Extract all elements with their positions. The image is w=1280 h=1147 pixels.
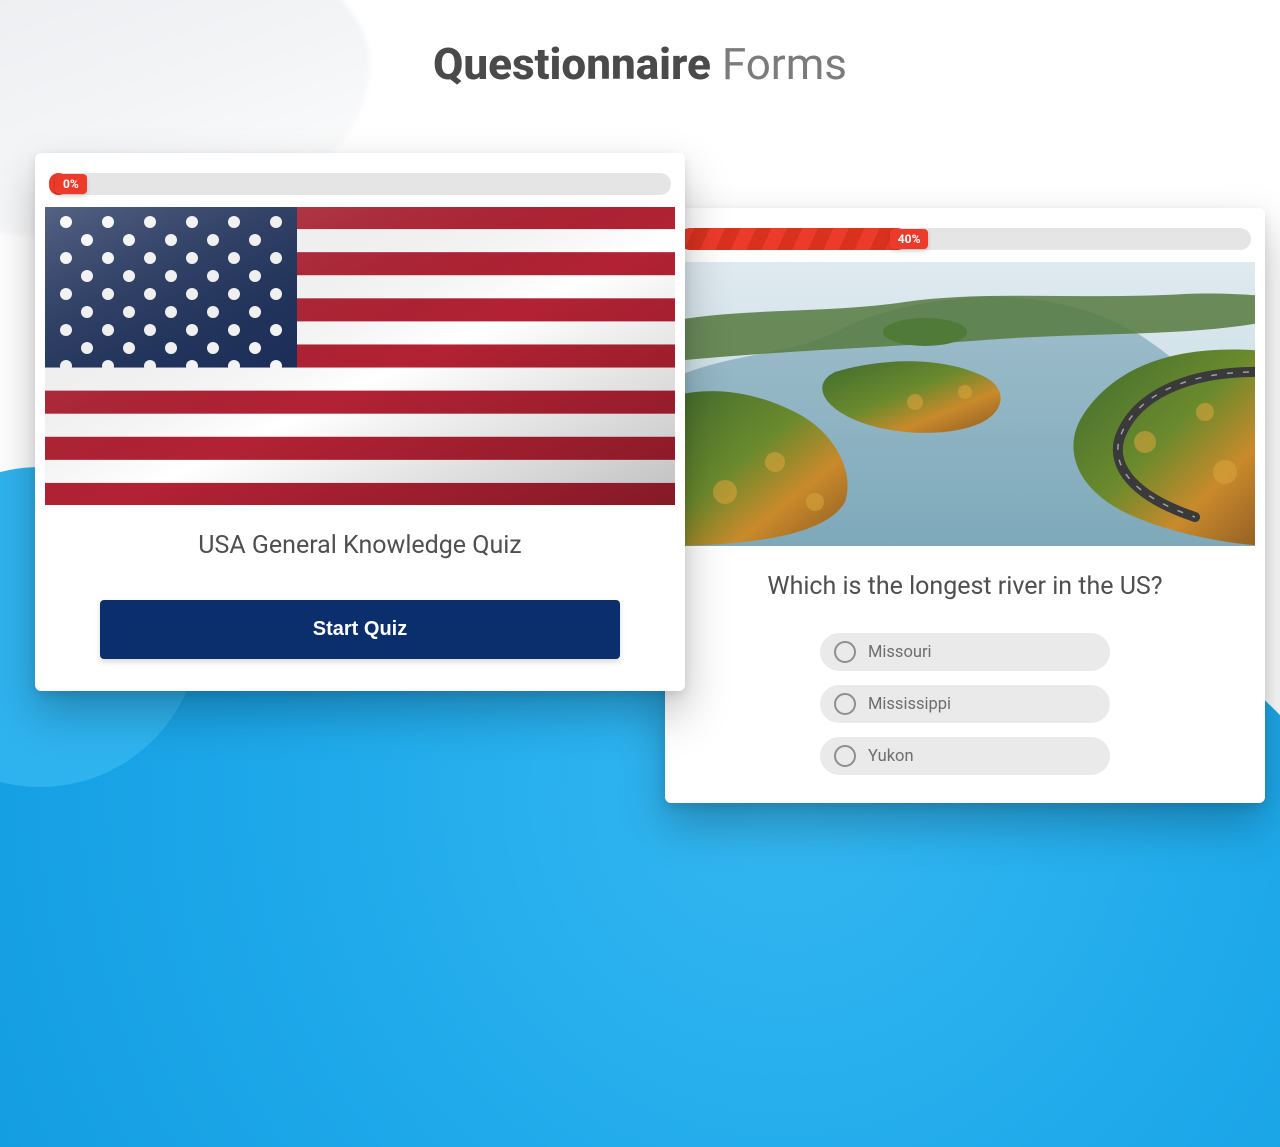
progress-fill [679, 228, 908, 250]
answer-option[interactable]: Mississippi [820, 685, 1110, 723]
answer-option-label: Mississippi [868, 695, 951, 714]
question-hero-image-river [675, 262, 1255, 546]
progress-bar: 40% [679, 228, 1251, 250]
radio-icon [834, 693, 856, 715]
answer-option[interactable]: Missouri [820, 633, 1110, 671]
start-quiz-button[interactable]: Start Quiz [100, 600, 620, 659]
question-text: Which is the longest river in the US? [691, 572, 1239, 601]
progress-label: 0% [55, 174, 87, 194]
radio-icon [834, 641, 856, 663]
radio-icon [834, 745, 856, 767]
answer-options: Missouri Mississippi Yukon [820, 633, 1110, 775]
page-title-bold: Questionnaire [433, 38, 711, 90]
quiz-start-card: 0% [35, 153, 685, 691]
page-title: Questionnaire Forms [0, 38, 1280, 90]
page-title-light: Forms [722, 38, 847, 90]
progress-label: 40% [890, 229, 929, 249]
progress-bar: 0% [49, 173, 671, 195]
answer-option[interactable]: Yukon [820, 737, 1110, 775]
answer-option-label: Missouri [868, 643, 932, 662]
quiz-title: USA General Knowledge Quiz [61, 531, 659, 560]
answer-option-label: Yukon [868, 747, 914, 766]
quiz-question-card: 40% [665, 208, 1265, 803]
quiz-hero-image-usa-flag [45, 207, 675, 505]
